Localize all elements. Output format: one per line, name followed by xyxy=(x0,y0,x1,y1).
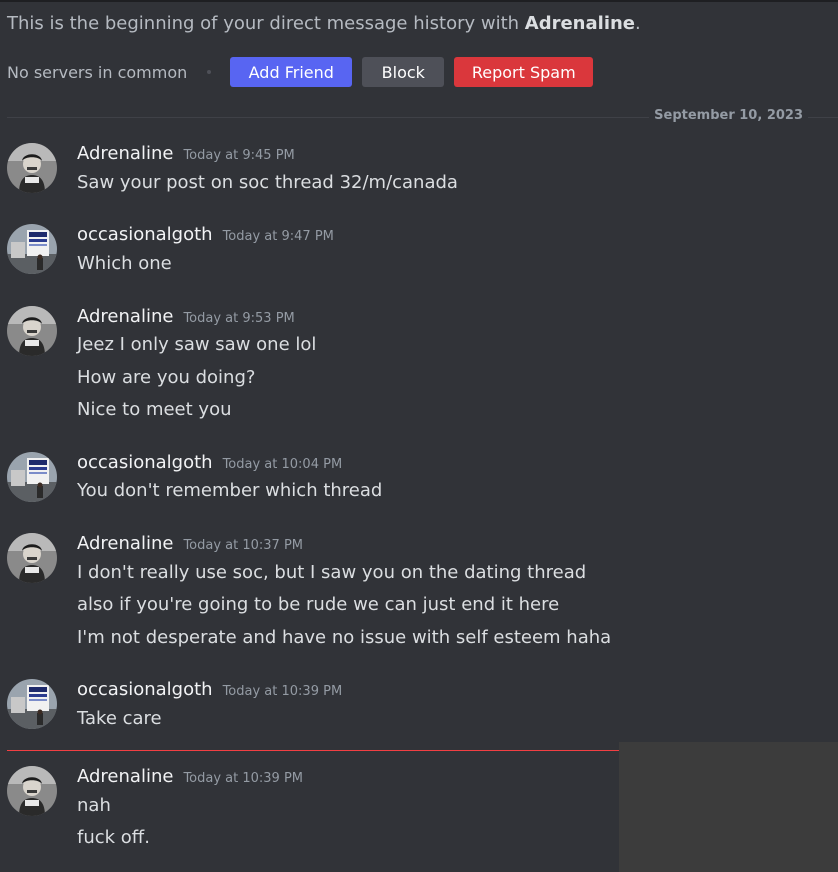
message-timestamp[interactable]: Today at 10:39 PM xyxy=(183,771,303,786)
add-friend-button[interactable]: Add Friend xyxy=(230,57,353,87)
message-text[interactable]: Nice to meet you xyxy=(77,398,232,422)
intro-username[interactable]: Adrenaline xyxy=(525,13,635,34)
report-spam-button[interactable]: Report Spam xyxy=(454,57,594,87)
message-text[interactable]: also if you're going to be rude we can j… xyxy=(77,593,559,617)
message-timestamp[interactable]: Today at 9:53 PM xyxy=(183,311,294,326)
message-text[interactable]: I don't really use soc, but I saw you on… xyxy=(77,561,586,585)
top-border xyxy=(0,0,838,2)
message-text[interactable]: Which one xyxy=(77,252,172,276)
dm-intro-text: This is the beginning of your direct mes… xyxy=(7,13,641,34)
message-text[interactable]: Jeez I only saw saw one lol xyxy=(77,333,316,357)
date-divider-label: September 10, 2023 xyxy=(649,108,808,123)
message-header: occasionalgoth Today at 10:39 PM xyxy=(77,679,342,705)
message-header: Adrenaline Today at 9:45 PM xyxy=(77,143,295,169)
message-text[interactable]: Take care xyxy=(77,707,162,731)
message-header: Adrenaline Today at 10:39 PM xyxy=(77,766,303,792)
message-text[interactable]: How are you doing? xyxy=(77,366,255,390)
message-header: occasionalgoth Today at 10:04 PM xyxy=(77,452,342,478)
message-header: Adrenaline Today at 10:37 PM xyxy=(77,533,303,559)
building-billboard-avatar-icon[interactable] xyxy=(7,224,57,274)
message-header: Adrenaline Today at 9:53 PM xyxy=(77,306,295,332)
author-name[interactable]: occasionalgoth xyxy=(77,224,213,245)
message-timestamp[interactable]: Today at 10:37 PM xyxy=(183,538,303,553)
author-name[interactable]: Adrenaline xyxy=(77,766,173,787)
author-name[interactable]: occasionalgoth xyxy=(77,679,213,700)
author-name[interactable]: Adrenaline xyxy=(77,143,173,164)
redaction-overlay xyxy=(619,742,838,872)
message-text[interactable]: Saw your post on soc thread 32/m/canada xyxy=(77,171,458,195)
message-timestamp[interactable]: Today at 10:39 PM xyxy=(223,684,343,699)
new-messages-divider xyxy=(7,750,619,751)
building-billboard-avatar-icon[interactable] xyxy=(7,452,57,502)
building-billboard-avatar-icon[interactable] xyxy=(7,679,57,729)
message-text[interactable]: I'm not desperate and have no issue with… xyxy=(77,626,611,650)
man-portrait-avatar-icon[interactable] xyxy=(7,533,57,583)
message-timestamp[interactable]: Today at 9:47 PM xyxy=(223,229,334,244)
dm-action-row: No servers in common Add Friend Block Re… xyxy=(7,57,594,87)
block-button[interactable]: Block xyxy=(362,57,445,87)
man-portrait-avatar-icon[interactable] xyxy=(7,766,57,816)
message-header: occasionalgoth Today at 9:47 PM xyxy=(77,224,334,250)
date-divider: September 10, 2023 xyxy=(7,106,838,128)
mutual-servers-label[interactable]: No servers in common xyxy=(7,63,187,82)
man-portrait-avatar-icon[interactable] xyxy=(7,143,57,193)
message-text[interactable]: nah xyxy=(77,794,111,818)
separator-dot xyxy=(207,70,212,74)
author-name[interactable]: Adrenaline xyxy=(77,306,173,327)
message-text[interactable]: fuck off. xyxy=(77,826,150,850)
author-name[interactable]: Adrenaline xyxy=(77,533,173,554)
dm-chat-view: This is the beginning of your direct mes… xyxy=(0,0,838,872)
message-timestamp[interactable]: Today at 9:45 PM xyxy=(183,148,294,163)
man-portrait-avatar-icon[interactable] xyxy=(7,306,57,356)
message-text[interactable]: You don't remember which thread xyxy=(77,479,382,503)
author-name[interactable]: occasionalgoth xyxy=(77,452,213,473)
message-timestamp[interactable]: Today at 10:04 PM xyxy=(223,457,343,472)
